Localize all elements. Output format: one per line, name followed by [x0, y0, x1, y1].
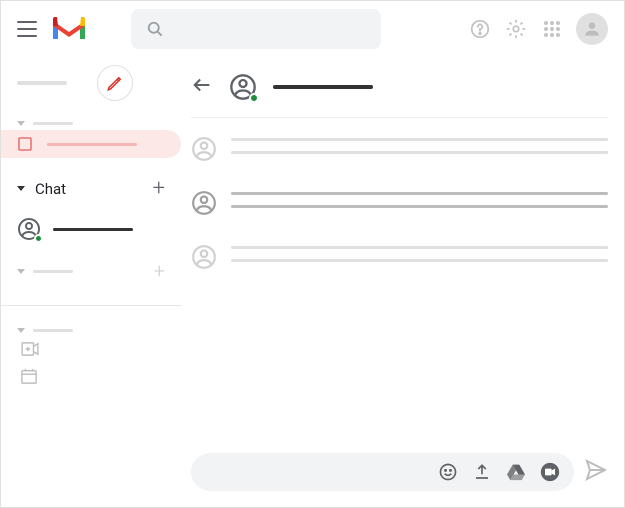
app-header	[1, 1, 624, 57]
chat-contact-item[interactable]	[1, 211, 181, 247]
section-label-placeholder	[33, 270, 73, 273]
message-content-placeholder	[231, 136, 608, 154]
drive-button[interactable]	[506, 462, 526, 482]
main-menu-button[interactable]	[17, 19, 37, 39]
settings-gear-icon[interactable]	[504, 17, 528, 41]
contact-name-placeholder	[53, 228, 133, 231]
chat-section-label: Chat	[35, 180, 66, 198]
chat-header-bar	[191, 57, 608, 118]
send-icon	[584, 458, 608, 482]
contact-avatar	[17, 217, 41, 241]
search-bar[interactable]	[131, 9, 381, 49]
upload-button[interactable]	[472, 462, 492, 482]
chat-panel	[191, 57, 608, 507]
gmail-logo[interactable]	[49, 14, 89, 44]
emoji-button[interactable]	[438, 462, 458, 482]
inbox-icon	[17, 136, 33, 152]
section-label-placeholder	[33, 329, 73, 332]
chevron-down-icon	[17, 121, 25, 126]
compose-row	[1, 57, 181, 109]
sidebar-item-inbox[interactable]	[1, 130, 181, 158]
conversation-avatar[interactable]	[229, 73, 257, 101]
calendar-icon	[21, 368, 37, 384]
new-meeting-button[interactable]	[1, 337, 181, 364]
message-item	[191, 190, 608, 216]
emoji-icon	[438, 462, 458, 482]
message-item	[191, 244, 608, 270]
video-call-icon	[540, 461, 560, 483]
upload-icon	[473, 463, 491, 481]
help-icon[interactable]	[468, 17, 492, 41]
message-content-placeholder	[231, 190, 608, 208]
my-meetings-button[interactable]	[1, 364, 181, 392]
meet-section	[1, 316, 181, 400]
compose-area	[191, 453, 608, 507]
new-chat-button[interactable]: +	[153, 176, 165, 201]
message-avatar	[191, 136, 217, 162]
section-label-placeholder	[33, 122, 73, 125]
sidebar-divider	[1, 305, 181, 306]
message-input[interactable]	[191, 453, 574, 491]
message-item	[191, 136, 608, 162]
nav-label-placeholder	[47, 143, 137, 146]
chat-section-header[interactable]: Chat +	[1, 166, 181, 211]
conversation-name-placeholder	[273, 85, 373, 89]
mail-section-toggle[interactable]	[1, 117, 181, 130]
header-actions	[468, 13, 608, 45]
apps-grid-icon[interactable]	[540, 17, 564, 41]
google-drive-icon	[506, 463, 526, 481]
back-button[interactable]	[191, 74, 213, 100]
arrow-left-icon	[191, 74, 213, 96]
video-meet-button[interactable]	[540, 462, 560, 482]
message-avatar	[191, 244, 217, 270]
video-plus-icon	[21, 342, 39, 356]
compose-button[interactable]	[97, 65, 133, 101]
search-icon	[145, 19, 165, 39]
rooms-section: +	[1, 247, 181, 295]
meet-section-toggle[interactable]	[1, 324, 181, 337]
sidebar: Chat + +	[1, 57, 181, 507]
mail-section	[1, 109, 181, 166]
account-avatar[interactable]	[576, 13, 608, 45]
compose-label-placeholder	[17, 81, 67, 85]
chevron-down-icon	[17, 186, 25, 191]
presence-indicator	[34, 234, 43, 243]
rooms-section-toggle[interactable]: +	[1, 255, 181, 287]
chevron-down-icon	[17, 269, 25, 274]
chevron-down-icon	[17, 328, 25, 333]
pencil-icon	[106, 74, 124, 92]
send-button[interactable]	[584, 458, 608, 486]
add-room-button[interactable]: +	[154, 259, 165, 283]
presence-indicator	[249, 93, 259, 103]
message-list	[191, 118, 608, 453]
message-content-placeholder	[231, 244, 608, 262]
message-avatar	[191, 190, 217, 216]
